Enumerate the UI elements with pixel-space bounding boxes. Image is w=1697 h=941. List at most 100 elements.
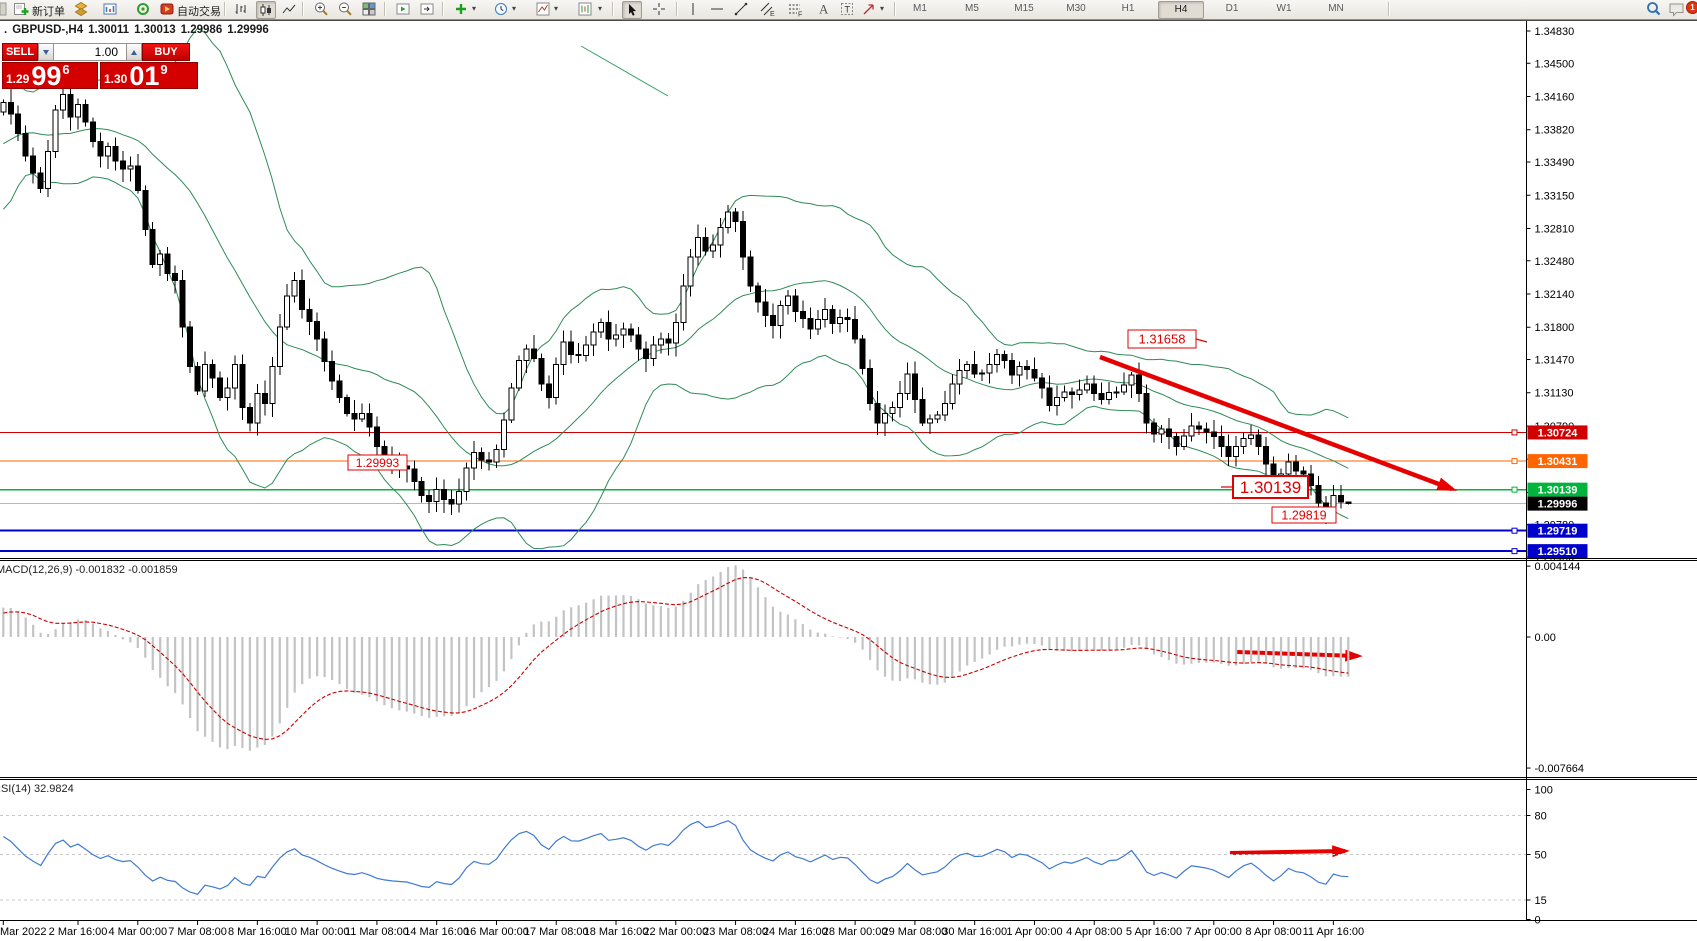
tf-button-H1[interactable]: H1 (1106, 1, 1150, 17)
candle (703, 237, 708, 251)
candle (823, 310, 828, 320)
chat-icon[interactable] (1668, 1, 1686, 17)
candle (957, 370, 962, 384)
add-indicator-icon[interactable] (452, 1, 470, 17)
chart-style-icon[interactable] (534, 1, 552, 17)
sell-button[interactable]: SELL (2, 43, 38, 61)
candle (920, 400, 925, 423)
candle (262, 394, 267, 404)
ask-price-box[interactable]: 1.30 01 9 (100, 62, 198, 89)
indicator-dropdown-caret[interactable]: ▾ (470, 4, 478, 13)
candle (755, 286, 760, 302)
notification-badge[interactable]: 1 (1686, 1, 1697, 14)
template-dropdown-caret[interactable]: ▾ (596, 4, 604, 13)
new-order-icon[interactable] (12, 1, 30, 17)
candle (621, 329, 626, 335)
candle (741, 222, 746, 257)
toolbar-separator (442, 2, 444, 16)
new-order-button[interactable]: 新订单 (32, 3, 65, 19)
candle (150, 229, 155, 264)
market-watch-icon[interactable] (101, 1, 119, 17)
ask-price-sup: 9 (160, 62, 167, 77)
signal-icon[interactable] (134, 1, 152, 17)
candle (1144, 394, 1149, 423)
price-annotation[interactable]: 1.30139 (1233, 476, 1308, 498)
vertical-line-tool-icon[interactable] (684, 1, 702, 17)
tf-button-M1[interactable]: M1 (898, 1, 942, 17)
candle (1181, 436, 1186, 447)
candle (158, 254, 163, 265)
price-annotation[interactable]: 1.29993 (348, 455, 407, 470)
tile-windows-icon[interactable] (360, 1, 378, 17)
volume-input[interactable] (54, 43, 126, 61)
rsi-tick-label: 50 (1535, 850, 1547, 862)
price-annotation[interactable]: 1.31658 (1128, 330, 1196, 348)
autotrade-icon[interactable] (158, 1, 176, 17)
candle (307, 310, 312, 322)
candle (120, 161, 125, 169)
candle (554, 364, 559, 397)
candle (1, 102, 6, 112)
period-clock-icon[interactable] (492, 1, 510, 17)
tf-button-MN[interactable]: MN (1314, 1, 1358, 17)
candle (830, 310, 835, 324)
candle (1249, 435, 1254, 439)
trendline-tool-icon[interactable] (732, 1, 750, 17)
tf-button-H4[interactable]: H4 (1158, 1, 1204, 19)
horizontal-line-tool-icon[interactable] (708, 1, 726, 17)
toolbar-separator (384, 2, 386, 16)
price-axis: 1.348301.345001.341601.338201.334901.331… (1512, 21, 1588, 927)
macd-indicator-label: MACD(12,26,9) -0.001832 -0.001859 (0, 564, 178, 576)
candlestick-series (1, 88, 1351, 524)
autoscroll-icon[interactable] (394, 1, 412, 17)
date-tick-label: 2 Mar 16:00 (49, 926, 108, 938)
line-chart-mode-icon[interactable] (280, 1, 298, 17)
arrows-tool-icon[interactable] (860, 1, 878, 17)
price-tick-label: 1.34160 (1535, 92, 1575, 104)
cursor-icon[interactable] (622, 1, 642, 19)
trend-arrow-2[interactable] (1230, 851, 1345, 853)
candle (203, 364, 208, 390)
date-tick-label: 16 Mar 00:00 (464, 926, 529, 938)
bar-chart-mode-icon[interactable] (232, 1, 250, 17)
tf-button-W1[interactable]: W1 (1262, 1, 1306, 17)
candle (800, 312, 805, 319)
zoom-in-icon[interactable] (312, 1, 330, 17)
candlestick-mode-icon[interactable] (256, 1, 276, 19)
autotrade-button[interactable]: 自动交易 (177, 3, 221, 19)
candle (1211, 432, 1216, 437)
date-tick-label: 24 Mar 16:00 (763, 926, 828, 938)
tf-button-D1[interactable]: D1 (1210, 1, 1254, 17)
svg-text:1.29719: 1.29719 (1538, 526, 1578, 538)
buy-button[interactable]: BUY (142, 43, 190, 61)
text-tool-icon[interactable]: A (814, 1, 832, 17)
channel-tool-icon[interactable]: E (758, 1, 776, 17)
toolbar-separator (894, 2, 896, 16)
fibonacci-tool-icon[interactable]: F (786, 1, 804, 17)
one-click-trading-panel: SELL BUY 1.29 99 6 1.30 01 9 (2, 43, 198, 89)
tf-button-M30[interactable]: M30 (1054, 1, 1098, 17)
bid-price-box[interactable]: 1.29 99 6 (2, 62, 98, 89)
price-tag: 1.29719 (1528, 524, 1588, 538)
tf-button-M15[interactable]: M15 (1002, 1, 1046, 17)
candle (883, 413, 888, 423)
price-annotation[interactable]: 1.29819 (1272, 507, 1336, 523)
volume-increase-button[interactable] (126, 43, 142, 61)
chart-shift-icon[interactable] (418, 1, 436, 17)
crosshair-icon[interactable] (650, 1, 668, 17)
text-label-tool-icon[interactable]: T (838, 1, 856, 17)
candle (359, 413, 364, 419)
template-icon[interactable] (576, 1, 594, 17)
arrows-dropdown-caret[interactable]: ▾ (878, 4, 886, 13)
candle (778, 306, 783, 326)
chart-canvas[interactable]: 1.31658 1.30139 1.29819 1.29993 1.348301.345… (0, 0, 1697, 941)
green-trendline-segment[interactable] (581, 46, 668, 96)
search-icon[interactable] (1645, 1, 1663, 17)
svg-text:1.30139: 1.30139 (1538, 485, 1578, 497)
tf-button-M5[interactable]: M5 (950, 1, 994, 17)
layers-icon[interactable] (72, 1, 90, 17)
style-dropdown-caret[interactable]: ▾ (552, 4, 560, 13)
volume-decrease-button[interactable] (38, 43, 54, 61)
period-dropdown-caret[interactable]: ▾ (510, 4, 518, 13)
zoom-out-icon[interactable] (336, 1, 354, 17)
